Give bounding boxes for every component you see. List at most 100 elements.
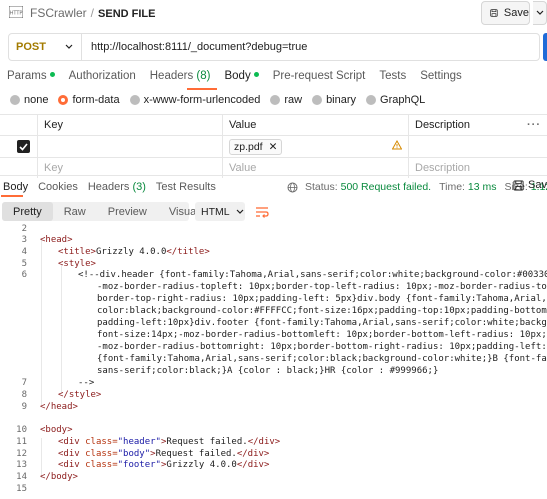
line-number: 2: [21, 224, 27, 234]
code-line: <style>: [58, 259, 96, 269]
status-value[interactable]: 500 Request failed.: [341, 181, 431, 193]
tab-settings-label: Settings: [420, 70, 462, 82]
code-line: <head>: [40, 235, 73, 245]
tab-headers-label: Headers: [149, 70, 194, 82]
indent-guide: [61, 264, 62, 394]
line-number: 9: [21, 402, 27, 412]
remove-file-icon[interactable]: ✕: [269, 141, 278, 153]
view-tab-raw[interactable]: Raw: [53, 202, 97, 221]
send-button[interactable]: [543, 33, 547, 61]
language-select[interactable]: HTML: [195, 202, 245, 221]
response-tab-test-results[interactable]: Test Results: [156, 181, 216, 193]
tab-body[interactable]: Body: [224, 70, 259, 86]
view-tab-preview[interactable]: Preview: [97, 202, 158, 221]
radio-none-label: none: [24, 94, 49, 106]
code-line: sans-serif;color:black;}A {color : black…: [97, 366, 439, 376]
description-input[interactable]: [408, 136, 547, 157]
line-number: 10: [16, 425, 27, 435]
line-number: 6: [21, 270, 27, 280]
save-response-label: Save: [528, 179, 547, 191]
code-token: </title>: [166, 247, 210, 257]
code-token: </div>: [236, 460, 270, 470]
code-token: </div>: [247, 437, 281, 447]
radio-x-www-form-urlencoded[interactable]: x-www-form-urlencoded: [129, 94, 260, 106]
breadcrumb: FSCrawler / SEND FILE: [30, 6, 155, 20]
tab-tests-label: Tests: [379, 70, 407, 82]
view-mode-tabs: Pretty Raw Preview Visualize: [2, 202, 213, 221]
radio-binary[interactable]: binary: [312, 94, 356, 106]
code-line: <!--div.header {font-family:Tahoma,Arial…: [78, 270, 547, 280]
header-checkbox-cell: [10, 115, 37, 135]
tab-authorization[interactable]: Authorization: [69, 70, 136, 86]
breadcrumb-separator: /: [90, 6, 95, 20]
body-type-radio-group: none form-data x-www-form-urlencoded raw…: [10, 94, 435, 106]
wrap-lines-button[interactable]: [251, 201, 272, 222]
line-number: 11: [16, 437, 27, 447]
method-select[interactable]: POST: [9, 34, 82, 60]
tab-authorization-label: Authorization: [68, 70, 136, 82]
radio-form-data-label: form-data: [72, 94, 120, 106]
file-chip[interactable]: zp.pdf ✕: [229, 138, 283, 155]
response-tab-headers[interactable]: Headers (3): [88, 181, 146, 193]
tab-headers-count: (8): [196, 70, 211, 82]
form-data-table: Key Value Description ··· zp.pdf ✕ Key Va…: [0, 114, 547, 178]
tab-params[interactable]: Params: [7, 70, 55, 86]
code-token: "footer": [117, 460, 161, 470]
key-input[interactable]: [37, 136, 222, 157]
code-line: -moz-border-radius-bottomright: 10px;bor…: [97, 342, 547, 352]
response-headers-count: (3): [132, 181, 146, 193]
request-name[interactable]: SEND FILE: [98, 8, 155, 20]
response-tab-body[interactable]: Body: [3, 181, 28, 193]
code-token: <div: [58, 449, 80, 459]
line-number: 8: [21, 390, 27, 400]
response-headers-label: Headers: [87, 181, 130, 193]
radio-form-data[interactable]: form-data: [58, 94, 120, 106]
globe-icon[interactable]: [287, 182, 298, 193]
radio-circle: [270, 95, 281, 105]
time-value[interactable]: 13 ms: [468, 181, 497, 193]
breadcrumb-workspace[interactable]: FSCrawler: [30, 6, 87, 20]
line-number: 12: [16, 449, 27, 459]
code-line: <div class="body">Request failed.</div>: [58, 449, 269, 459]
code-line: font-size:14px;-moz-border-radius-bottom…: [97, 330, 547, 340]
tab-settings[interactable]: Settings: [420, 70, 462, 86]
response-code-view[interactable]: 2 3 4 5 6 7 8 9 10 11 12 13 14 15 <head>…: [0, 224, 547, 499]
active-tab-underline: [187, 88, 217, 90]
code-line: {font-family:Tahoma,Arial,sans-serif;col…: [97, 354, 547, 364]
row-enabled-checkbox[interactable]: [17, 140, 30, 153]
url-input[interactable]: http://localhost:8111/_document?debug=tr…: [82, 41, 307, 53]
line-number: 3: [21, 235, 27, 245]
code-token: Request failed.: [155, 449, 237, 459]
more-options-icon[interactable]: ···: [527, 119, 541, 131]
radio-graphql[interactable]: GraphQL: [366, 94, 425, 106]
http-request-icon: HTTP: [9, 6, 23, 18]
code-line: -->: [78, 378, 95, 388]
code-token: Request failed.: [166, 437, 248, 447]
code-token: "body": [117, 449, 151, 459]
line-number: 14: [16, 472, 27, 482]
file-name: zp.pdf: [234, 140, 263, 153]
view-tab-pretty[interactable]: Pretty: [2, 202, 53, 221]
line-number: 15: [16, 484, 27, 494]
code-line: border-top-right-radius: 10px;padding-le…: [97, 294, 547, 304]
response-meta: Status: 500 Request failed. Time: 13 ms …: [287, 181, 547, 193]
tab-body-label: Body: [224, 70, 251, 82]
radio-none[interactable]: none: [10, 94, 48, 106]
save-options-button[interactable]: [533, 1, 547, 25]
response-tab-cookies[interactable]: Cookies: [38, 181, 78, 193]
radio-raw-label: raw: [284, 94, 303, 106]
code-line: padding-left:10px}div.footer {font-famil…: [97, 318, 547, 328]
radio-circle: [129, 95, 140, 105]
save-button[interactable]: Save: [481, 1, 530, 25]
save-button-label: Save: [503, 7, 529, 19]
chevron-down-icon: [65, 44, 73, 49]
warning-icon[interactable]: [392, 140, 402, 150]
radio-raw[interactable]: raw: [270, 94, 302, 106]
line-number: 7: [21, 378, 27, 388]
tab-headers[interactable]: Headers (8): [150, 70, 211, 86]
value-cell[interactable]: zp.pdf ✕: [222, 136, 408, 157]
tab-tests[interactable]: Tests: [379, 70, 406, 86]
tab-pre-request-script[interactable]: Pre-request Script: [273, 70, 366, 86]
save-response-button[interactable]: Save: [513, 179, 547, 191]
wrap-lines-icon: [255, 206, 269, 218]
